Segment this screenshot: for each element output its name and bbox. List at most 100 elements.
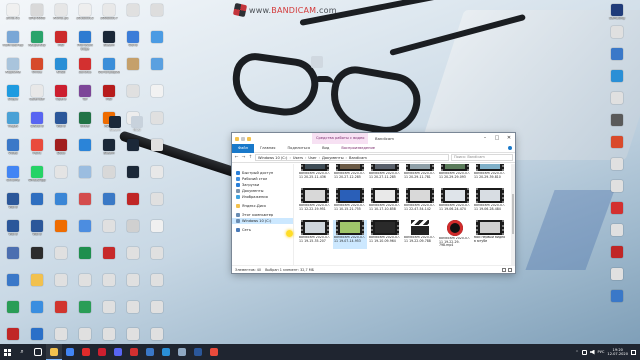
- file-item[interactable]: bandicam 2020-07-11 19-22-29-798.mp4: [438, 220, 472, 249]
- desktop-icon[interactable]: [606, 26, 628, 47]
- desktop-icon[interactable]: [50, 328, 72, 344]
- input-language[interactable]: РУС: [598, 350, 605, 354]
- desktop-icon[interactable]: [98, 247, 120, 274]
- desktop-icon[interactable]: [146, 112, 168, 139]
- file-item[interactable]: bandicam 2020-07-11 19-22-09-788: [403, 220, 437, 249]
- contextual-tab-video-tools[interactable]: Средства работы с видео: [312, 133, 369, 144]
- forward-arrow-icon[interactable]: →: [241, 155, 246, 160]
- desktop-icon[interactable]: [98, 328, 120, 344]
- start-button[interactable]: [0, 344, 14, 360]
- network-icon[interactable]: [581, 349, 587, 355]
- desktop-icon[interactable]: Корзина: [2, 58, 24, 85]
- desktop-icon[interactable]: MSI: [98, 85, 120, 112]
- desktop-icon[interactable]: [122, 85, 144, 112]
- file-item[interactable]: bandicam 2020-07-11 10-15-21-755: [333, 188, 367, 217]
- desktop-icon[interactable]: [74, 328, 96, 344]
- desktop-icon[interactable]: 20080517: [98, 4, 120, 31]
- desktop-icon[interactable]: [50, 274, 72, 301]
- volume-icon[interactable]: [589, 349, 595, 355]
- file-item[interactable]: bandicam 2020-07-11 20-27-11-285: [368, 164, 402, 185]
- desktop-icon[interactable]: [26, 193, 48, 220]
- desktop-icon[interactable]: [122, 247, 144, 274]
- desktop-icon[interactable]: [98, 220, 120, 247]
- desktop-icon[interactable]: ZOIE.01: [2, 4, 24, 31]
- desktop-icon[interactable]: [146, 166, 168, 193]
- desktop-icon[interactable]: [606, 92, 628, 113]
- vertical-scrollbar[interactable]: [511, 164, 515, 265]
- breadcrumb-item[interactable]: Bandicam: [349, 156, 367, 160]
- desktop-icon[interactable]: [26, 247, 48, 274]
- desktop-icon[interactable]: [146, 274, 168, 301]
- desktop-icon[interactable]: [2, 328, 24, 344]
- quick-access-toolbar[interactable]: [232, 136, 251, 141]
- new-folder-icon[interactable]: [247, 136, 251, 141]
- desktop-icon[interactable]: [98, 166, 120, 193]
- desktop-icon[interactable]: Фото: [122, 31, 144, 58]
- taskbar-app-task-view[interactable]: [30, 344, 46, 360]
- file-item[interactable]: bandicam 2020-07-11 22-47-54-142: [403, 188, 437, 217]
- file-item[interactable]: bandicam 2020-07-11 12-22-19-951: [298, 188, 332, 217]
- desktop-icon[interactable]: Skype: [2, 85, 24, 112]
- desktop-icon[interactable]: 20180512: [74, 4, 96, 31]
- desktop-icon[interactable]: Excel: [74, 112, 96, 139]
- desktop-icon[interactable]: [306, 56, 328, 69]
- tab-view[interactable]: Вид: [316, 146, 335, 150]
- taskbar-app-opera[interactable]: [94, 344, 110, 360]
- desktop-icon[interactable]: [2, 274, 24, 301]
- desktop-icon[interactable]: Opera: [50, 85, 72, 112]
- desktop-icon[interactable]: Samsung: [606, 4, 628, 25]
- desktop-icon[interactable]: Фотографии: [98, 58, 120, 85]
- tab-playback[interactable]: Воспроизведение: [335, 146, 381, 150]
- desktop-icon[interactable]: [2, 247, 24, 274]
- window-titlebar[interactable]: Средства работы с видео Bandicam – □ ✕: [232, 133, 515, 144]
- taskbar-app-photos[interactable]: [142, 344, 158, 360]
- desktop-icon[interactable]: [74, 220, 96, 247]
- desktop-icon[interactable]: [74, 166, 96, 193]
- desktop-icon[interactable]: [74, 274, 96, 301]
- minimize-button[interactable]: –: [479, 133, 491, 144]
- taskbar-app-discord[interactable]: [110, 344, 126, 360]
- taskbar-app-yandex[interactable]: [78, 344, 94, 360]
- desktop-icon[interactable]: [98, 301, 120, 328]
- search-icon[interactable]: ⌕: [14, 344, 30, 360]
- desktop-icon[interactable]: [50, 301, 72, 328]
- desktop-icon[interactable]: [122, 220, 144, 247]
- desktop-icon[interactable]: MSI: [50, 31, 72, 58]
- file-item[interactable]: bandicam 2020-07-11 19-07-14-953: [333, 220, 367, 249]
- file-explorer-window[interactable]: Средства работы с видео Bandicam – □ ✕ Ф…: [232, 133, 515, 273]
- desktop-icon[interactable]: [122, 301, 144, 328]
- file-item[interactable]: мой первый видео в ютубе: [473, 220, 507, 249]
- desktop-icon[interactable]: [146, 301, 168, 328]
- desktop-icon[interactable]: [606, 290, 628, 311]
- desktop-icon[interactable]: [122, 139, 144, 166]
- breadcrumb-item[interactable]: Users: [293, 156, 303, 160]
- desktop-icon[interactable]: Word: [2, 193, 24, 220]
- close-button[interactable]: ✕: [503, 133, 515, 144]
- address-breadcrumb[interactable]: Windows 10 (C:) › Users › User › Документы › Ban…: [255, 154, 449, 161]
- desktop-icon[interactable]: [146, 220, 168, 247]
- desktop-icon[interactable]: [146, 85, 168, 112]
- file-item[interactable]: bandicam 2020-07-11 20-29-39-810: [473, 164, 507, 185]
- file-item[interactable]: bandicam 2020-07-11 19-10-09-964: [368, 220, 402, 249]
- large-icons-view-icon[interactable]: [508, 267, 512, 272]
- desktop-icon[interactable]: [146, 31, 168, 58]
- desktop-icon[interactable]: [50, 193, 72, 220]
- desktop-icon[interactable]: [146, 193, 168, 220]
- desktop-icon[interactable]: [146, 58, 168, 85]
- desktop-icon[interactable]: [606, 136, 628, 157]
- back-arrow-icon[interactable]: ←: [234, 155, 239, 160]
- taskbar-app-paint[interactable]: [206, 344, 222, 360]
- properties-icon[interactable]: [241, 136, 245, 141]
- desktop-icon[interactable]: [122, 58, 144, 85]
- file-item[interactable]: bandicam 2020-07-11 19-06-24-474: [438, 188, 472, 217]
- desktop-icon[interactable]: Steam: [104, 116, 126, 133]
- up-arrow-icon[interactable]: ↑: [248, 155, 253, 160]
- desktop-icon[interactable]: [50, 166, 72, 193]
- taskbar-app-chrome[interactable]: [62, 344, 78, 360]
- desktop-icon[interactable]: Word: [26, 220, 48, 247]
- file-item[interactable]: bandicam 2020-07-11 20-29-11-781: [403, 164, 437, 185]
- desktop-icon[interactable]: [26, 274, 48, 301]
- desktop-icon[interactable]: BMJ-0008: [26, 4, 48, 31]
- desktop-icon[interactable]: Discord: [26, 112, 48, 139]
- desktop-icon[interactable]: [606, 202, 628, 223]
